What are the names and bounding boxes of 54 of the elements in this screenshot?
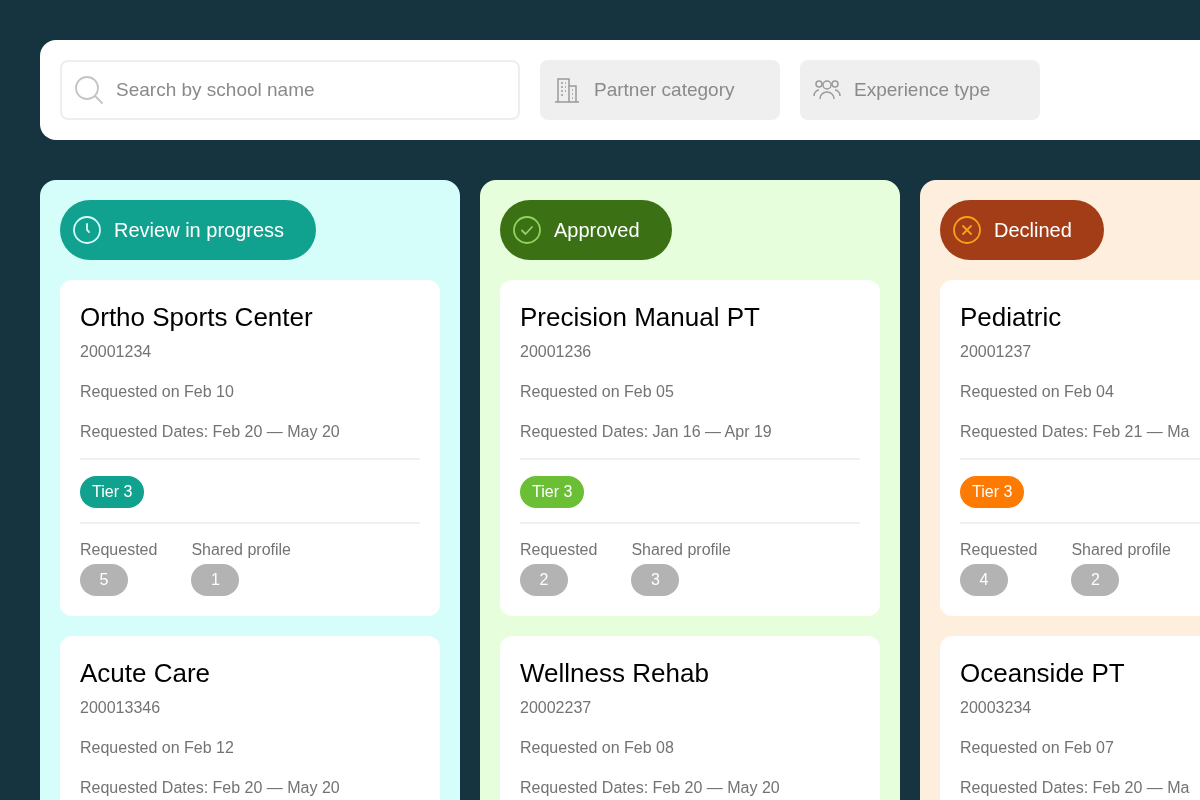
status-badge: Review in progress <box>60 200 317 260</box>
card-title: Precision Manual PT <box>520 301 761 334</box>
stat-label: Requested <box>80 540 158 560</box>
count-pill: 5 <box>80 564 128 596</box>
request-card[interactable]: Acute Care 200013346 Requested on Feb 12 Requested Dates: Feb 20 — May 20 <box>60 636 440 800</box>
x-circle-icon <box>952 215 982 245</box>
request-card[interactable]: Oceanside PT 20003234 Requested on Feb 07 Requested Dates: Feb 20 — Ma <box>940 636 1200 800</box>
search-icon <box>73 74 105 106</box>
tier-tag: Tier 3 <box>520 476 585 508</box>
stat-label: Shared profile <box>191 540 291 560</box>
building-icon <box>552 75 582 105</box>
card-title: Ortho Sports Center <box>80 301 314 334</box>
requested-on: Requested on Feb 07 <box>960 738 1115 758</box>
request-card[interactable]: Ortho Sports Center 20001234 Requested on Feb 10 Requested Dates: Feb 20 — May 20 Tier 3 Requested 5 Shared profile 1 <box>60 280 440 616</box>
request-id: 20001236 <box>520 342 593 362</box>
requested-on: Requested on Feb 08 <box>520 738 675 758</box>
requested-dates: Requested Dates: Feb 20 — May 20 <box>520 778 781 798</box>
requested-on: Requested on Feb 04 <box>960 382 1115 402</box>
count-pill: 2 <box>520 564 568 596</box>
requested-on: Requested on Feb 05 <box>520 382 675 402</box>
count-pill: 4 <box>960 564 1008 596</box>
card-title: Wellness Rehab <box>520 657 710 690</box>
request-card[interactable]: Precision Manual PT 20001236 Requested on Feb 05 Requested Dates: Jan 16 — Apr 19 Tier 3 Requested 2 Shared profile 3 <box>500 280 880 616</box>
card-title: Acute Care <box>80 657 212 690</box>
request-id: 200013346 <box>80 698 162 718</box>
tier-tag: Tier 3 <box>960 476 1025 508</box>
request-card[interactable]: Wellness Rehab 20002237 Requested on Feb 08 Requested Dates: Feb 20 — May 20 <box>500 636 880 800</box>
check-circle-icon <box>512 215 542 245</box>
clock-icon <box>72 215 102 245</box>
requested-dates: Requested Dates: Feb 20 — May 20 <box>80 778 341 798</box>
card-title: Pediatric <box>960 301 1063 334</box>
requested-dates: Requested Dates: Feb 21 — Ma <box>960 422 1191 442</box>
status-badge: Declined <box>940 200 1104 260</box>
search-field[interactable]: Search by school name <box>60 60 520 120</box>
card-title: Oceanside PT <box>960 657 1126 690</box>
request-id: 20001237 <box>960 342 1033 362</box>
count-pill: 2 <box>1071 564 1120 596</box>
stat-label: Shared profile <box>631 540 731 560</box>
request-id: 20003234 <box>960 698 1033 718</box>
requested-on: Requested on Feb 12 <box>80 738 235 758</box>
request-card[interactable]: Pediatric 20001237 Requested on Feb 04 Requested Dates: Feb 21 — Ma Tier 3 Requested 4 Shared profile 2 <box>940 280 1200 616</box>
count-pill: 1 <box>191 564 240 596</box>
requested-on: Requested on Feb 10 <box>80 382 235 402</box>
requested-dates: Requested Dates: Feb 20 — May 20 <box>80 422 341 442</box>
requested-dates: Requested Dates: Feb 20 — Ma <box>960 778 1191 798</box>
tier-tag: Tier 3 <box>80 476 145 508</box>
stat-label: Requested <box>520 540 598 560</box>
request-id: 20002237 <box>520 698 593 718</box>
request-id: 20001234 <box>80 342 153 362</box>
stat-label: Requested <box>960 540 1038 560</box>
status-badge: Approved <box>500 200 672 260</box>
requested-dates: Requested Dates: Jan 16 — Apr 19 <box>520 422 773 442</box>
stat-label: Shared profile <box>1071 540 1171 560</box>
count-pill: 3 <box>631 564 680 596</box>
